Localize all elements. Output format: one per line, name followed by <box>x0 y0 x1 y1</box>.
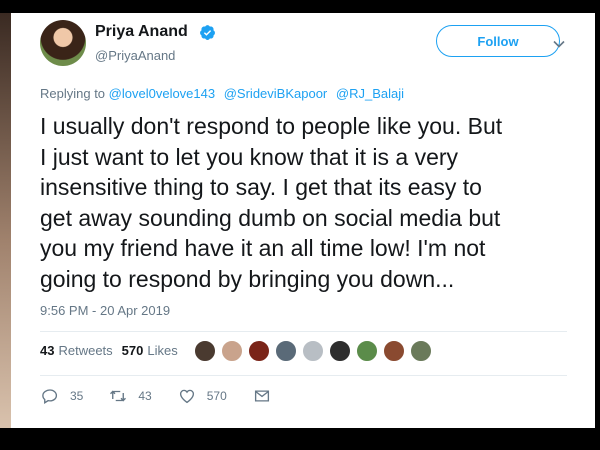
background-photo-strip <box>0 13 11 428</box>
follow-button[interactable]: Follow <box>436 25 560 57</box>
reply-button[interactable]: 35 <box>41 387 83 405</box>
like-count: 570 <box>206 389 227 403</box>
liker-avatars <box>194 340 437 362</box>
tweet-stats: 43 Retweets 570 Likes <box>40 343 187 358</box>
likes-stat[interactable]: 570 Likes <box>122 343 178 358</box>
reply-mention-3[interactable]: @RJ_Balaji <box>336 86 404 101</box>
divider <box>40 375 567 376</box>
reply-count: 35 <box>70 389 84 403</box>
tweet-text-line: insensitive thing to say. I get that its… <box>40 174 482 200</box>
tweet-text: I usually don't respond to people like y… <box>40 111 580 294</box>
chevron-down-icon[interactable] <box>552 37 566 51</box>
likes-label: Likes <box>147 343 178 358</box>
retweets-count: 43 <box>40 343 55 358</box>
display-name[interactable]: Priya Anand <box>95 23 188 41</box>
liker-avatar[interactable] <box>221 340 243 362</box>
bottom-frame <box>0 428 600 450</box>
tweet-text-line: I just want to let you know that it is a… <box>40 143 459 170</box>
retweet-button[interactable]: 43 <box>109 387 152 405</box>
tweet-text-line: you my friend have it an all time low! I… <box>40 235 486 261</box>
retweet-count: 43 <box>138 389 152 403</box>
replying-to: Replying to @lovel0velove143 @SrideviBKa… <box>40 86 409 101</box>
liker-avatar[interactable] <box>329 340 351 362</box>
user-handle[interactable]: @PriyaAnand <box>95 48 175 63</box>
reply-mention-2[interactable]: @SrideviBKapoor <box>224 86 328 101</box>
like-icon <box>179 389 194 404</box>
liker-avatar[interactable] <box>275 340 297 362</box>
like-button[interactable]: 570 <box>178 387 227 405</box>
liker-avatar[interactable] <box>194 340 216 362</box>
message-button[interactable] <box>253 387 282 405</box>
retweets-label: Retweets <box>58 343 113 358</box>
retweet-icon <box>110 390 127 402</box>
reply-mention-1[interactable]: @lovel0velove143 <box>109 86 215 101</box>
liker-avatar[interactable] <box>356 340 378 362</box>
tweet-timestamp[interactable]: 9:56 PM - 20 Apr 2019 <box>40 303 170 318</box>
liker-avatar[interactable] <box>248 340 270 362</box>
message-icon <box>254 390 269 402</box>
liker-avatar[interactable] <box>302 340 324 362</box>
replying-to-label: Replying to <box>40 86 106 101</box>
divider <box>40 331 567 332</box>
tweet-text-line: I usually don't respond to people like y… <box>40 113 503 139</box>
retweets-stat[interactable]: 43 Retweets <box>40 343 113 358</box>
tweet-text-line: going to respond by bringing you down... <box>40 265 455 292</box>
liker-avatar[interactable] <box>410 340 432 362</box>
avatar[interactable] <box>40 20 86 66</box>
tweet-text-line: get away sounding dumb on social media b… <box>40 204 501 231</box>
likes-count: 570 <box>121 343 144 358</box>
liker-avatar[interactable] <box>383 340 405 362</box>
tweet-actions: 35 43 570 <box>41 387 308 405</box>
verified-badge-icon <box>200 25 215 40</box>
tweet-card: Priya Anand @PriyaAnand Follow Replying … <box>11 13 595 428</box>
reply-icon <box>42 389 58 404</box>
